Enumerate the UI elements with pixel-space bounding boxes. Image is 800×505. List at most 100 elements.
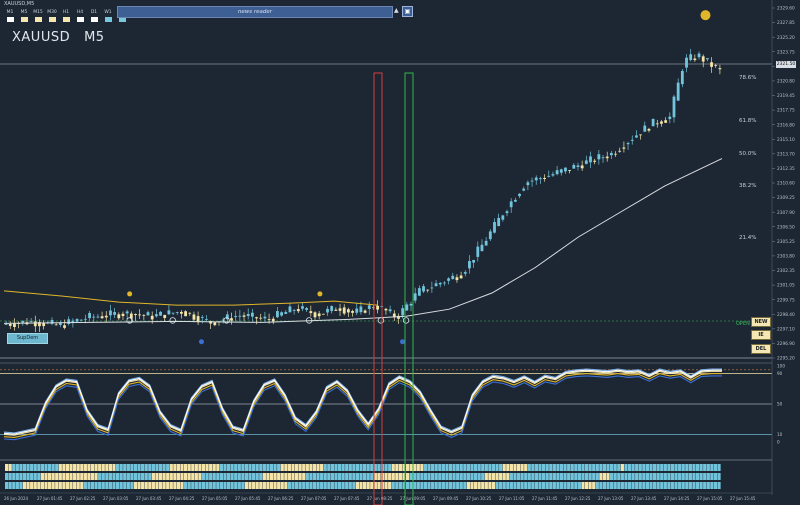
timeframe-button-h1[interactable]: H1 <box>60 10 72 22</box>
new-order-button[interactable]: NEW <box>751 317 771 327</box>
histogram-bar <box>574 473 578 480</box>
time-tick-label: 27 Jun 09:45 <box>433 496 459 501</box>
histogram-bar <box>262 473 266 480</box>
timeframe-swatch <box>48 17 56 22</box>
histogram-bar <box>431 482 435 489</box>
histogram-bar <box>588 473 592 480</box>
histogram-bar <box>294 482 299 489</box>
bear-candle <box>426 289 430 291</box>
histogram-bar <box>617 464 621 471</box>
timeframe-button-m15[interactable]: M15 <box>32 10 44 22</box>
ie-button[interactable]: IE <box>751 330 771 340</box>
histogram-bar <box>681 464 685 471</box>
histogram-bar <box>176 482 181 489</box>
bull-candle <box>167 310 171 315</box>
histogram-bar <box>502 473 506 480</box>
histogram-bar <box>234 482 238 489</box>
histogram-bar <box>198 464 202 471</box>
histogram-bar <box>409 482 413 489</box>
signal-dot <box>317 291 323 297</box>
time-tick-label: 27 Jun 08:25 <box>367 496 393 501</box>
timeframe-button-h4[interactable]: H4 <box>74 10 86 22</box>
time-tick-label: 27 Jun 07:05 <box>301 496 327 501</box>
window-title: XAUUSD,M5 <box>4 1 35 7</box>
histogram-bar <box>180 473 184 480</box>
histogram-bar <box>692 482 696 489</box>
delete-button[interactable]: DEL <box>751 344 771 354</box>
timeframe-selector[interactable]: M1M5M15M30H1H4D1W1MN <box>4 10 128 22</box>
trading-chart[interactable]: 1009050100 2329.602327.852325.202323.752… <box>0 0 800 505</box>
bull-candle <box>355 308 359 313</box>
window-icon[interactable]: ▣ <box>402 6 413 17</box>
histogram-bar <box>524 464 528 471</box>
bear-candle <box>342 307 346 314</box>
histogram-bar <box>713 473 718 480</box>
timeframe-button-d1[interactable]: D1 <box>88 10 100 22</box>
supdem-button[interactable]: SupDem <box>7 333 48 344</box>
histogram-bar <box>570 464 574 471</box>
histogram-bar <box>33 473 37 480</box>
histogram-bar <box>405 473 410 480</box>
fib-level-label: 78.6% <box>739 75 757 82</box>
histogram-bar <box>649 464 653 471</box>
histogram-bar <box>502 464 506 471</box>
histogram-bar <box>115 464 120 471</box>
histogram-bar <box>33 482 37 489</box>
bull-candle <box>685 57 688 68</box>
histogram-bar <box>230 482 234 489</box>
axis-tick-label: 2301.05 <box>777 283 795 289</box>
current-price-tag: 2321.50 <box>776 61 796 68</box>
histogram-bar <box>642 473 646 480</box>
histogram-bar <box>309 464 313 471</box>
histogram-bar <box>51 464 55 471</box>
oscillator-pane[interactable]: 1009050100 <box>0 364 785 445</box>
histogram-bar <box>130 482 134 489</box>
caret-up-icon[interactable]: ▲ <box>394 7 399 14</box>
histogram-bar <box>470 464 474 471</box>
histogram-bar <box>15 464 19 471</box>
fib-level-label: 38.2% <box>739 183 757 190</box>
histogram-bar <box>26 482 30 489</box>
histogram-bar <box>266 473 270 480</box>
bull-candle <box>88 312 91 319</box>
histogram-bar <box>209 464 213 471</box>
bear-candle <box>580 165 584 169</box>
timeframe-button-m5[interactable]: M5 <box>18 10 30 22</box>
histogram-bar <box>273 482 277 489</box>
timeframe-button-w1[interactable]: W1 <box>102 10 114 22</box>
axis-tick-label: 2317.75 <box>777 108 795 114</box>
histogram-bar <box>12 482 16 489</box>
histogram-bar <box>73 482 77 489</box>
histogram-bar <box>441 473 445 480</box>
histogram-bar <box>542 464 546 471</box>
bear-candle <box>13 323 16 327</box>
histogram-bar <box>169 464 173 471</box>
histogram-bar <box>201 464 206 471</box>
timeframe-button-m30[interactable]: M30 <box>46 10 58 22</box>
bull-candle <box>555 170 559 175</box>
histogram-bar <box>62 473 66 480</box>
bull-candle <box>680 70 684 85</box>
histogram-bar <box>588 464 592 471</box>
bull-candle <box>576 165 580 168</box>
histogram-bar <box>352 482 356 489</box>
histogram-bar <box>366 482 370 489</box>
histogram-bar <box>355 464 360 471</box>
histogram-bar <box>194 464 198 471</box>
histogram-bar <box>298 464 302 471</box>
histogram-bar <box>216 473 220 480</box>
histogram-bar <box>309 473 313 480</box>
news-reader-bar[interactable]: news reader <box>117 6 393 18</box>
histogram-bar <box>652 464 657 471</box>
histogram-bar <box>495 473 499 480</box>
histogram-bar <box>234 473 238 480</box>
histogram-bar <box>710 473 714 480</box>
histogram-bar <box>37 482 41 489</box>
histogram-bar <box>516 482 521 489</box>
histogram-bar <box>542 473 546 480</box>
histogram-bar <box>509 482 513 489</box>
histogram-bar <box>531 473 535 480</box>
histogram-bar <box>62 482 66 489</box>
histogram-bar <box>473 473 478 480</box>
timeframe-button-m1[interactable]: M1 <box>4 10 16 22</box>
